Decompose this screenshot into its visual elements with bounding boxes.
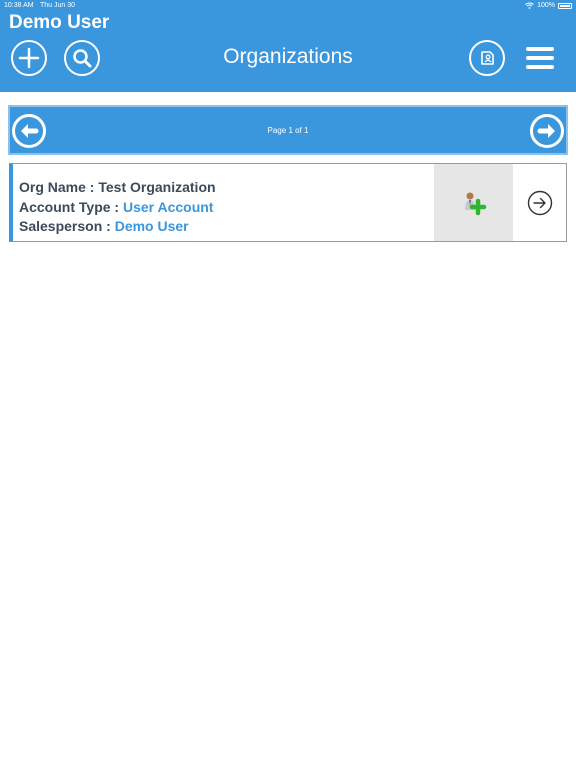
- status-bar: 10:38 AM Thu Jun 30 100%: [0, 0, 576, 12]
- open-organization-button[interactable]: [513, 164, 566, 241]
- contact-button[interactable]: [469, 40, 505, 76]
- account-type-value: User Account: [122, 198, 214, 215]
- organization-details: Org Name : Test Organization Account Typ…: [19, 178, 216, 237]
- pagination-bar: Page 1 of 1: [8, 105, 568, 155]
- add-user-icon: [464, 192, 486, 215]
- arrow-right-circle-icon: [527, 190, 552, 215]
- salesperson-value: Demo User: [114, 218, 189, 234]
- user-name: Demo User: [9, 12, 110, 33]
- salesperson-row: Salesperson : Demo User: [19, 217, 216, 237]
- add-contact-button[interactable]: [434, 164, 513, 241]
- next-page-button[interactable]: [530, 114, 564, 148]
- status-right: 100%: [525, 2, 572, 9]
- status-time: 10:38 AM: [4, 2, 34, 9]
- hamburger-menu-icon: [526, 47, 554, 51]
- account-type-row: Account Type : User Account: [19, 198, 216, 218]
- status-date: Thu Jun 30: [40, 2, 76, 9]
- wifi-icon: [525, 2, 534, 9]
- org-name-label: Org Name :: [19, 179, 99, 195]
- account-type-label: Account Type :: [19, 198, 123, 215]
- org-name-row: Org Name : Test Organization: [19, 178, 216, 198]
- battery-percent: 100%: [537, 2, 555, 9]
- contact-card-icon: [481, 51, 494, 65]
- app-header: 10:38 AM Thu Jun 30 100% Demo User Organ…: [0, 0, 576, 92]
- arrow-right-icon: [537, 124, 555, 138]
- battery-icon: [558, 2, 572, 9]
- page-indicator: Page 1 of 1: [267, 126, 309, 135]
- organization-list-item[interactable]: Org Name : Test Organization Account Typ…: [9, 163, 567, 242]
- salesperson-label: Salesperson :: [19, 218, 115, 234]
- menu-button[interactable]: [524, 45, 556, 71]
- org-name-value: Test Organization: [98, 179, 216, 195]
